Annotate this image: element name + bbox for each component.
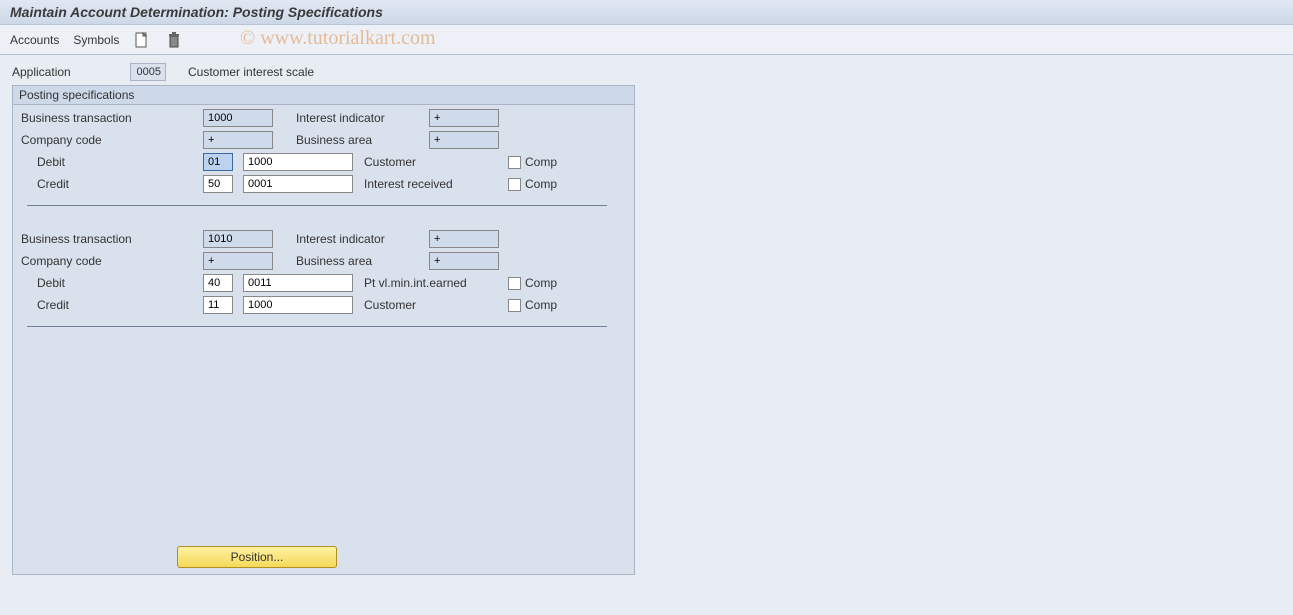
comp-label: Comp: [525, 298, 557, 312]
position-button[interactable]: Position...: [177, 546, 337, 568]
menu-accounts[interactable]: Accounts: [10, 33, 59, 47]
company-code-label: Company code: [19, 254, 203, 268]
credit-comp-checkbox[interactable]: [508, 299, 521, 312]
posting-section: Business transaction Interest indicator …: [13, 105, 634, 226]
credit-account-input[interactable]: [243, 175, 353, 193]
posting-section: Business transaction Interest indicator …: [13, 226, 634, 347]
debit-label: Debit: [19, 276, 203, 290]
company-code-input[interactable]: [203, 131, 273, 149]
application-row: Application 0005 Customer interest scale: [12, 63, 1281, 81]
watermark: © www.tutorialkart.com: [240, 27, 436, 50]
page-title: Maintain Account Determination: Posting …: [0, 0, 1293, 25]
interest-indicator-label: Interest indicator: [286, 111, 429, 125]
comp-label: Comp: [525, 155, 557, 169]
posting-specs-group: Posting specifications Business transact…: [12, 85, 635, 575]
application-code: 0005: [130, 63, 166, 81]
debit-account-input[interactable]: [243, 274, 353, 292]
create-icon[interactable]: [133, 31, 151, 49]
business-area-input[interactable]: [429, 131, 499, 149]
debit-label: Debit: [19, 155, 203, 169]
business-transaction-input[interactable]: [203, 109, 273, 127]
application-label: Application: [12, 65, 122, 79]
business-transaction-input[interactable]: [203, 230, 273, 248]
credit-desc: Customer: [358, 298, 508, 312]
credit-label: Credit: [19, 298, 203, 312]
debit-key-input[interactable]: [203, 274, 233, 292]
debit-account-input[interactable]: [243, 153, 353, 171]
interest-indicator-label: Interest indicator: [286, 232, 429, 246]
interest-indicator-input[interactable]: [429, 109, 499, 127]
business-area-label: Business area: [286, 254, 429, 268]
credit-key-input[interactable]: [203, 175, 233, 193]
group-title: Posting specifications: [13, 86, 634, 105]
credit-account-input[interactable]: [243, 296, 353, 314]
debit-comp-checkbox[interactable]: [508, 277, 521, 290]
debit-comp-checkbox[interactable]: [508, 156, 521, 169]
section-divider: [27, 326, 607, 327]
business-area-label: Business area: [286, 133, 429, 147]
business-transaction-label: Business transaction: [19, 111, 203, 125]
interest-indicator-input[interactable]: [429, 230, 499, 248]
business-transaction-label: Business transaction: [19, 232, 203, 246]
business-area-input[interactable]: [429, 252, 499, 270]
delete-icon[interactable]: [165, 31, 183, 49]
credit-key-input[interactable]: [203, 296, 233, 314]
comp-label: Comp: [525, 276, 557, 290]
comp-label: Comp: [525, 177, 557, 191]
application-desc: Customer interest scale: [174, 65, 314, 79]
section-divider: [27, 205, 607, 206]
credit-desc: Interest received: [358, 177, 508, 191]
credit-label: Credit: [19, 177, 203, 191]
company-code-input[interactable]: [203, 252, 273, 270]
debit-desc: Pt vl.min.int.earned: [358, 276, 508, 290]
company-code-label: Company code: [19, 133, 203, 147]
debit-desc: Customer: [358, 155, 508, 169]
toolbar: Accounts Symbols © www.tutorialkart.com: [0, 25, 1293, 55]
menu-symbols[interactable]: Symbols: [73, 33, 119, 47]
content-area: Application 0005 Customer interest scale…: [0, 55, 1293, 583]
debit-key-input[interactable]: [203, 153, 233, 171]
credit-comp-checkbox[interactable]: [508, 178, 521, 191]
